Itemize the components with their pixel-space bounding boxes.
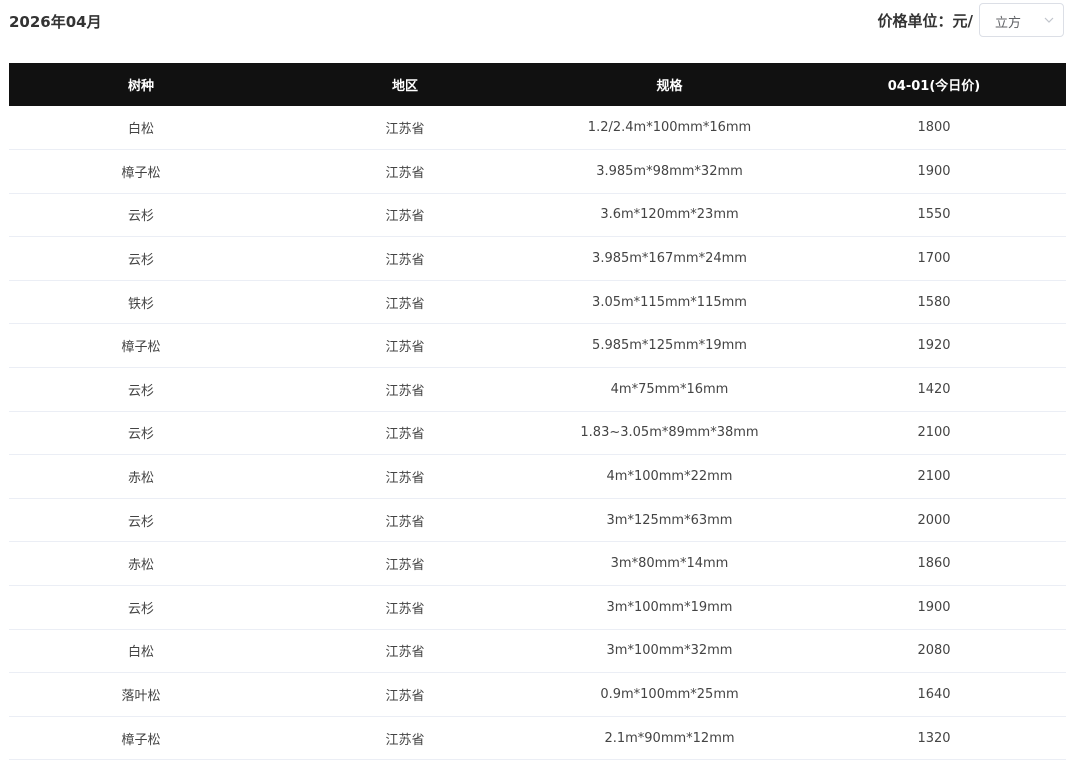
price-table: 树种 地区 规格 04-01(今日价) 白松 江苏省 1.2/2.4m*100mm*… xyxy=(9,63,1066,760)
table-row: 赤松 江苏省 3m*80mm*14mm 1860 xyxy=(9,541,1066,587)
cell-spec: 3.985m*98mm*32mm xyxy=(537,149,802,194)
cell-price: 1320 xyxy=(802,716,1066,760)
page-title: 2026年04月 xyxy=(9,13,102,31)
cell-spec: 2.1m*90mm*12mm xyxy=(537,716,802,760)
cell-spec: 3m*100mm*19mm xyxy=(537,585,802,630)
cell-region: 江苏省 xyxy=(273,193,537,238)
cell-spec: 3m*125mm*63mm xyxy=(537,498,802,543)
cell-region: 江苏省 xyxy=(273,716,537,760)
cell-price: 1700 xyxy=(802,236,1066,281)
cell-species: 云杉 xyxy=(9,367,273,412)
cell-region: 江苏省 xyxy=(273,672,537,717)
cell-price: 1800 xyxy=(802,106,1066,151)
top-bar: 2026年04月 价格单位：元/ 立方 xyxy=(0,0,1080,42)
table-row: 樟子松 江苏省 5.985m*125mm*19mm 1920 xyxy=(9,323,1066,369)
chevron-down-icon xyxy=(1044,17,1054,23)
cell-species: 赤松 xyxy=(9,454,273,499)
cell-price: 1420 xyxy=(802,367,1066,412)
cell-price: 1550 xyxy=(802,193,1066,238)
table-row: 云杉 江苏省 3m*100mm*19mm 1900 xyxy=(9,585,1066,630)
cell-spec: 3.985m*167mm*24mm xyxy=(537,236,802,281)
table-row: 赤松 江苏省 4m*100mm*22mm 2100 xyxy=(9,454,1066,499)
cell-region: 江苏省 xyxy=(273,323,537,369)
cell-species: 云杉 xyxy=(9,585,273,630)
cell-price: 2100 xyxy=(802,411,1066,456)
cell-region: 江苏省 xyxy=(273,454,537,499)
cell-price: 1860 xyxy=(802,541,1066,587)
column-header-region: 地区 xyxy=(391,79,418,94)
cell-region: 江苏省 xyxy=(273,236,537,281)
cell-species: 云杉 xyxy=(9,411,273,456)
table-row: 樟子松 江苏省 3.985m*98mm*32mm 1900 xyxy=(9,149,1066,194)
cell-region: 江苏省 xyxy=(273,280,537,325)
cell-region: 江苏省 xyxy=(273,411,537,456)
cell-price: 1900 xyxy=(802,149,1066,194)
column-header-price: 04-01(今日价) xyxy=(887,79,981,94)
cell-region: 江苏省 xyxy=(273,585,537,630)
cell-species: 云杉 xyxy=(9,498,273,543)
cell-price: 2000 xyxy=(802,498,1066,543)
cell-spec: 1.83~3.05m*89mm*38mm xyxy=(537,411,802,456)
cell-region: 江苏省 xyxy=(273,498,537,543)
cell-price: 2100 xyxy=(802,454,1066,499)
header-row: 树种 地区 规格 04-01(今日价) xyxy=(9,63,1066,106)
table-row: 云杉 江苏省 3m*125mm*63mm 2000 xyxy=(9,498,1066,543)
cell-spec: 3m*80mm*14mm xyxy=(537,541,802,587)
table-body: 白松 江苏省 1.2/2.4m*100mm*16mm 1800 樟子松 江苏省 3.985m… xyxy=(9,106,1066,760)
cell-species: 白松 xyxy=(9,106,273,151)
cell-region: 江苏省 xyxy=(273,541,537,587)
cell-price: 1580 xyxy=(802,280,1066,325)
cell-price: 1920 xyxy=(802,323,1066,369)
table-row: 云杉 江苏省 3.6m*120mm*23mm 1550 xyxy=(9,193,1066,238)
cell-species: 云杉 xyxy=(9,193,273,238)
column-header-spec: 规格 xyxy=(656,79,683,94)
cell-species: 铁杉 xyxy=(9,280,273,325)
cell-region: 江苏省 xyxy=(273,149,537,194)
cell-region: 江苏省 xyxy=(273,106,537,151)
cell-species: 樟子松 xyxy=(9,323,273,369)
cell-spec: 4m*100mm*22mm xyxy=(537,454,802,499)
cell-price: 1640 xyxy=(802,672,1066,717)
cell-spec: 4m*75mm*16mm xyxy=(537,367,802,412)
cell-price: 2080 xyxy=(802,629,1066,674)
cell-spec: 3m*100mm*32mm xyxy=(537,629,802,674)
cell-species: 白松 xyxy=(9,629,273,674)
column-header-species: 树种 xyxy=(127,79,154,94)
cell-spec: 3.6m*120mm*23mm xyxy=(537,193,802,238)
table-row: 白松 江苏省 1.2/2.4m*100mm*16mm 1800 xyxy=(9,106,1066,151)
unit-select-value: 立方 xyxy=(995,16,1022,31)
table-header: 树种 地区 规格 04-01(今日价) xyxy=(9,63,1066,106)
cell-species: 樟子松 xyxy=(9,149,273,194)
table-row: 铁杉 江苏省 3.05m*115mm*115mm 1580 xyxy=(9,280,1066,325)
cell-species: 落叶松 xyxy=(9,672,273,717)
unit-select[interactable]: 立方 xyxy=(979,3,1064,37)
price-unit-label: 价格单位：元/ xyxy=(877,12,973,30)
cell-spec: 1.2/2.4m*100mm*16mm xyxy=(537,106,802,151)
table-row: 落叶松 江苏省 0.9m*100mm*25mm 1640 xyxy=(9,672,1066,717)
cell-species: 樟子松 xyxy=(9,716,273,760)
table-row: 白松 江苏省 3m*100mm*32mm 2080 xyxy=(9,629,1066,674)
cell-region: 江苏省 xyxy=(273,629,537,674)
cell-region: 江苏省 xyxy=(273,367,537,412)
table-row: 樟子松 江苏省 2.1m*90mm*12mm 1320 xyxy=(9,716,1066,760)
table-row: 云杉 江苏省 1.83~3.05m*89mm*38mm 2100 xyxy=(9,411,1066,456)
table-row: 云杉 江苏省 4m*75mm*16mm 1420 xyxy=(9,367,1066,412)
cell-species: 赤松 xyxy=(9,541,273,587)
cell-species: 云杉 xyxy=(9,236,273,281)
cell-spec: 3.05m*115mm*115mm xyxy=(537,280,802,325)
cell-spec: 0.9m*100mm*25mm xyxy=(537,672,802,717)
table-row: 云杉 江苏省 3.985m*167mm*24mm 1700 xyxy=(9,236,1066,281)
cell-price: 1900 xyxy=(802,585,1066,630)
cell-spec: 5.985m*125mm*19mm xyxy=(537,323,802,369)
